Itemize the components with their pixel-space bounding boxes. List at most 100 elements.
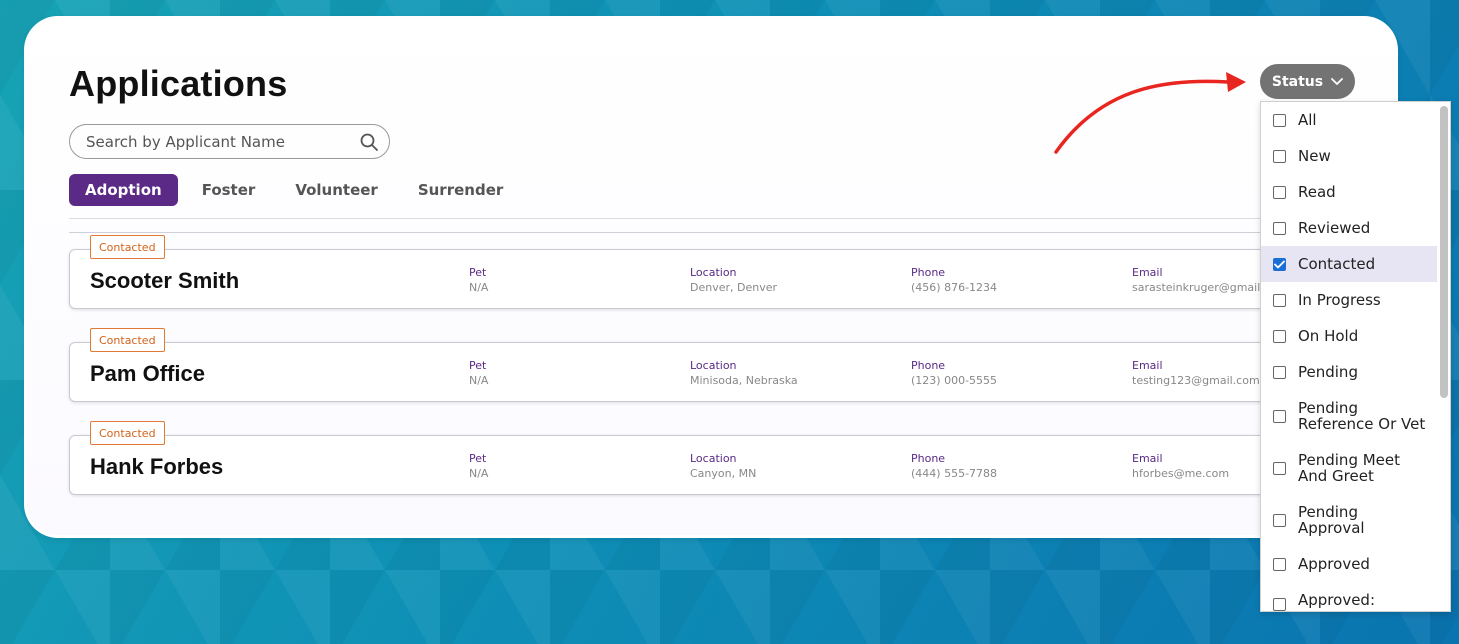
pet-label: Pet xyxy=(469,266,487,279)
option-label: New xyxy=(1298,147,1331,165)
row-separator xyxy=(69,232,1279,233)
pet-label: Pet xyxy=(469,359,487,372)
email-field: Email hforbes@me.com xyxy=(1132,452,1229,480)
status-option-all[interactable]: All xyxy=(1261,102,1437,138)
pet-value: N/A xyxy=(469,467,489,480)
option-label: In Progress xyxy=(1298,291,1381,309)
table-row[interactable]: Contacted Scooter Smith Pet N/A Location… xyxy=(69,235,1279,309)
checkbox[interactable] xyxy=(1273,330,1286,343)
checkbox[interactable] xyxy=(1273,598,1286,611)
status-badge: Contacted xyxy=(90,421,165,445)
checkbox[interactable] xyxy=(1273,222,1286,235)
option-label: All xyxy=(1298,111,1317,129)
status-option-pending[interactable]: Pending xyxy=(1261,354,1437,390)
applicant-name[interactable]: Hank Forbes xyxy=(90,454,223,480)
option-label: Pending xyxy=(1298,399,1358,417)
pet-value: N/A xyxy=(469,374,489,387)
pet-value: N/A xyxy=(469,281,489,294)
pet-field: Pet N/A xyxy=(469,359,488,387)
pet-field: Pet N/A xyxy=(469,452,488,480)
status-option-read[interactable]: Read xyxy=(1261,174,1437,210)
status-option-pending-reference[interactable]: Pending Reference Or Vet xyxy=(1261,390,1437,442)
status-option-new[interactable]: New xyxy=(1261,138,1437,174)
phone-field: Phone (456) 876-1234 xyxy=(911,266,997,294)
status-badge: Contacted xyxy=(90,235,165,259)
applicant-name[interactable]: Scooter Smith xyxy=(90,268,239,294)
email-label: Email xyxy=(1132,452,1163,465)
location-value: Denver, Denver xyxy=(690,281,778,294)
option-label: Approved xyxy=(1298,555,1370,573)
option-label: Pending Meet xyxy=(1298,451,1401,469)
tab-volunteer[interactable]: Volunteer xyxy=(279,174,394,206)
option-label-line2: Approval xyxy=(1298,519,1365,537)
status-option-reviewed[interactable]: Reviewed xyxy=(1261,210,1437,246)
tab-surrender[interactable]: Surrender xyxy=(402,174,519,206)
status-filter-button[interactable]: Status xyxy=(1260,64,1355,99)
email-value: testing123@gmail.com xyxy=(1132,374,1260,387)
checkbox[interactable] xyxy=(1273,294,1286,307)
status-option-in-progress[interactable]: In Progress xyxy=(1261,282,1437,318)
status-option-pending-approval[interactable]: Pending Approval xyxy=(1261,494,1437,546)
status-filter-menu[interactable]: All New Read Reviewed Contacted In Progr… xyxy=(1260,101,1451,612)
search-box[interactable] xyxy=(69,124,390,159)
option-label: Pending xyxy=(1298,503,1358,521)
location-field: Location Denver, Denver xyxy=(690,266,777,294)
status-options-list: All New Read Reviewed Contacted In Progr… xyxy=(1261,102,1437,611)
checkbox[interactable] xyxy=(1273,186,1286,199)
option-label: On Hold xyxy=(1298,327,1359,345)
location-field: Location Minisoda, Nebraska xyxy=(690,359,798,387)
status-option-approved-sub[interactable]: Approved: xyxy=(1261,582,1437,611)
chevron-down-icon xyxy=(1331,74,1344,90)
email-value: sarasteinkruger@gmail.c xyxy=(1132,281,1270,294)
checkbox[interactable] xyxy=(1273,114,1286,127)
tabs-divider xyxy=(69,218,1269,219)
checkbox[interactable] xyxy=(1273,410,1286,423)
search-input[interactable] xyxy=(86,132,359,151)
location-label: Location xyxy=(690,266,737,279)
applicant-name[interactable]: Pam Office xyxy=(90,361,205,387)
location-label: Location xyxy=(690,452,737,465)
option-label: Read xyxy=(1298,183,1336,201)
pet-label: Pet xyxy=(469,452,487,465)
location-value: Minisoda, Nebraska xyxy=(690,374,798,387)
checkbox[interactable] xyxy=(1273,150,1286,163)
phone-label: Phone xyxy=(911,266,946,279)
checkmark-icon xyxy=(1274,260,1285,269)
search-icon[interactable] xyxy=(359,132,379,152)
status-option-pending-meet[interactable]: Pending Meet And Greet xyxy=(1261,442,1437,494)
location-label: Location xyxy=(690,359,737,372)
phone-value: (123) 000-5555 xyxy=(911,374,998,387)
tab-adoption[interactable]: Adoption xyxy=(69,174,178,206)
status-option-on-hold[interactable]: On Hold xyxy=(1261,318,1437,354)
option-label: Approved: xyxy=(1298,591,1375,609)
table-row[interactable]: Contacted Hank Forbes Pet N/A Location C… xyxy=(69,421,1279,495)
checkbox[interactable] xyxy=(1273,514,1286,527)
option-label-line2: Reference Or Vet xyxy=(1298,415,1426,433)
location-value: Canyon, MN xyxy=(690,467,757,480)
phone-field: Phone (123) 000-5555 xyxy=(911,359,997,387)
checkbox[interactable] xyxy=(1273,462,1286,475)
phone-label: Phone xyxy=(911,359,946,372)
page-title: Applications xyxy=(69,63,288,104)
checkbox[interactable] xyxy=(1273,366,1286,379)
option-label-line2: And Greet xyxy=(1298,467,1374,485)
option-label: Reviewed xyxy=(1298,219,1371,237)
dropdown-scrollbar[interactable] xyxy=(1440,106,1448,398)
tab-foster[interactable]: Foster xyxy=(186,174,272,206)
phone-value: (444) 555-7788 xyxy=(911,467,998,480)
checkbox-checked[interactable] xyxy=(1273,258,1286,271)
pet-field: Pet N/A xyxy=(469,266,488,294)
option-label: Contacted xyxy=(1298,255,1376,273)
option-label: Pending xyxy=(1298,363,1358,381)
email-field: Email sarasteinkruger@gmail.c xyxy=(1132,266,1270,294)
annotation-arrow-icon xyxy=(1054,72,1246,154)
status-option-approved[interactable]: Approved xyxy=(1261,546,1437,582)
email-field: Email testing123@gmail.com xyxy=(1132,359,1260,387)
table-row[interactable]: Contacted Pam Office Pet N/A Location Mi… xyxy=(69,328,1279,402)
phone-field: Phone (444) 555-7788 xyxy=(911,452,997,480)
phone-value: (456) 876-1234 xyxy=(911,281,998,294)
email-label: Email xyxy=(1132,266,1163,279)
status-option-contacted[interactable]: Contacted xyxy=(1261,246,1437,282)
checkbox[interactable] xyxy=(1273,558,1286,571)
status-badge: Contacted xyxy=(90,328,165,352)
